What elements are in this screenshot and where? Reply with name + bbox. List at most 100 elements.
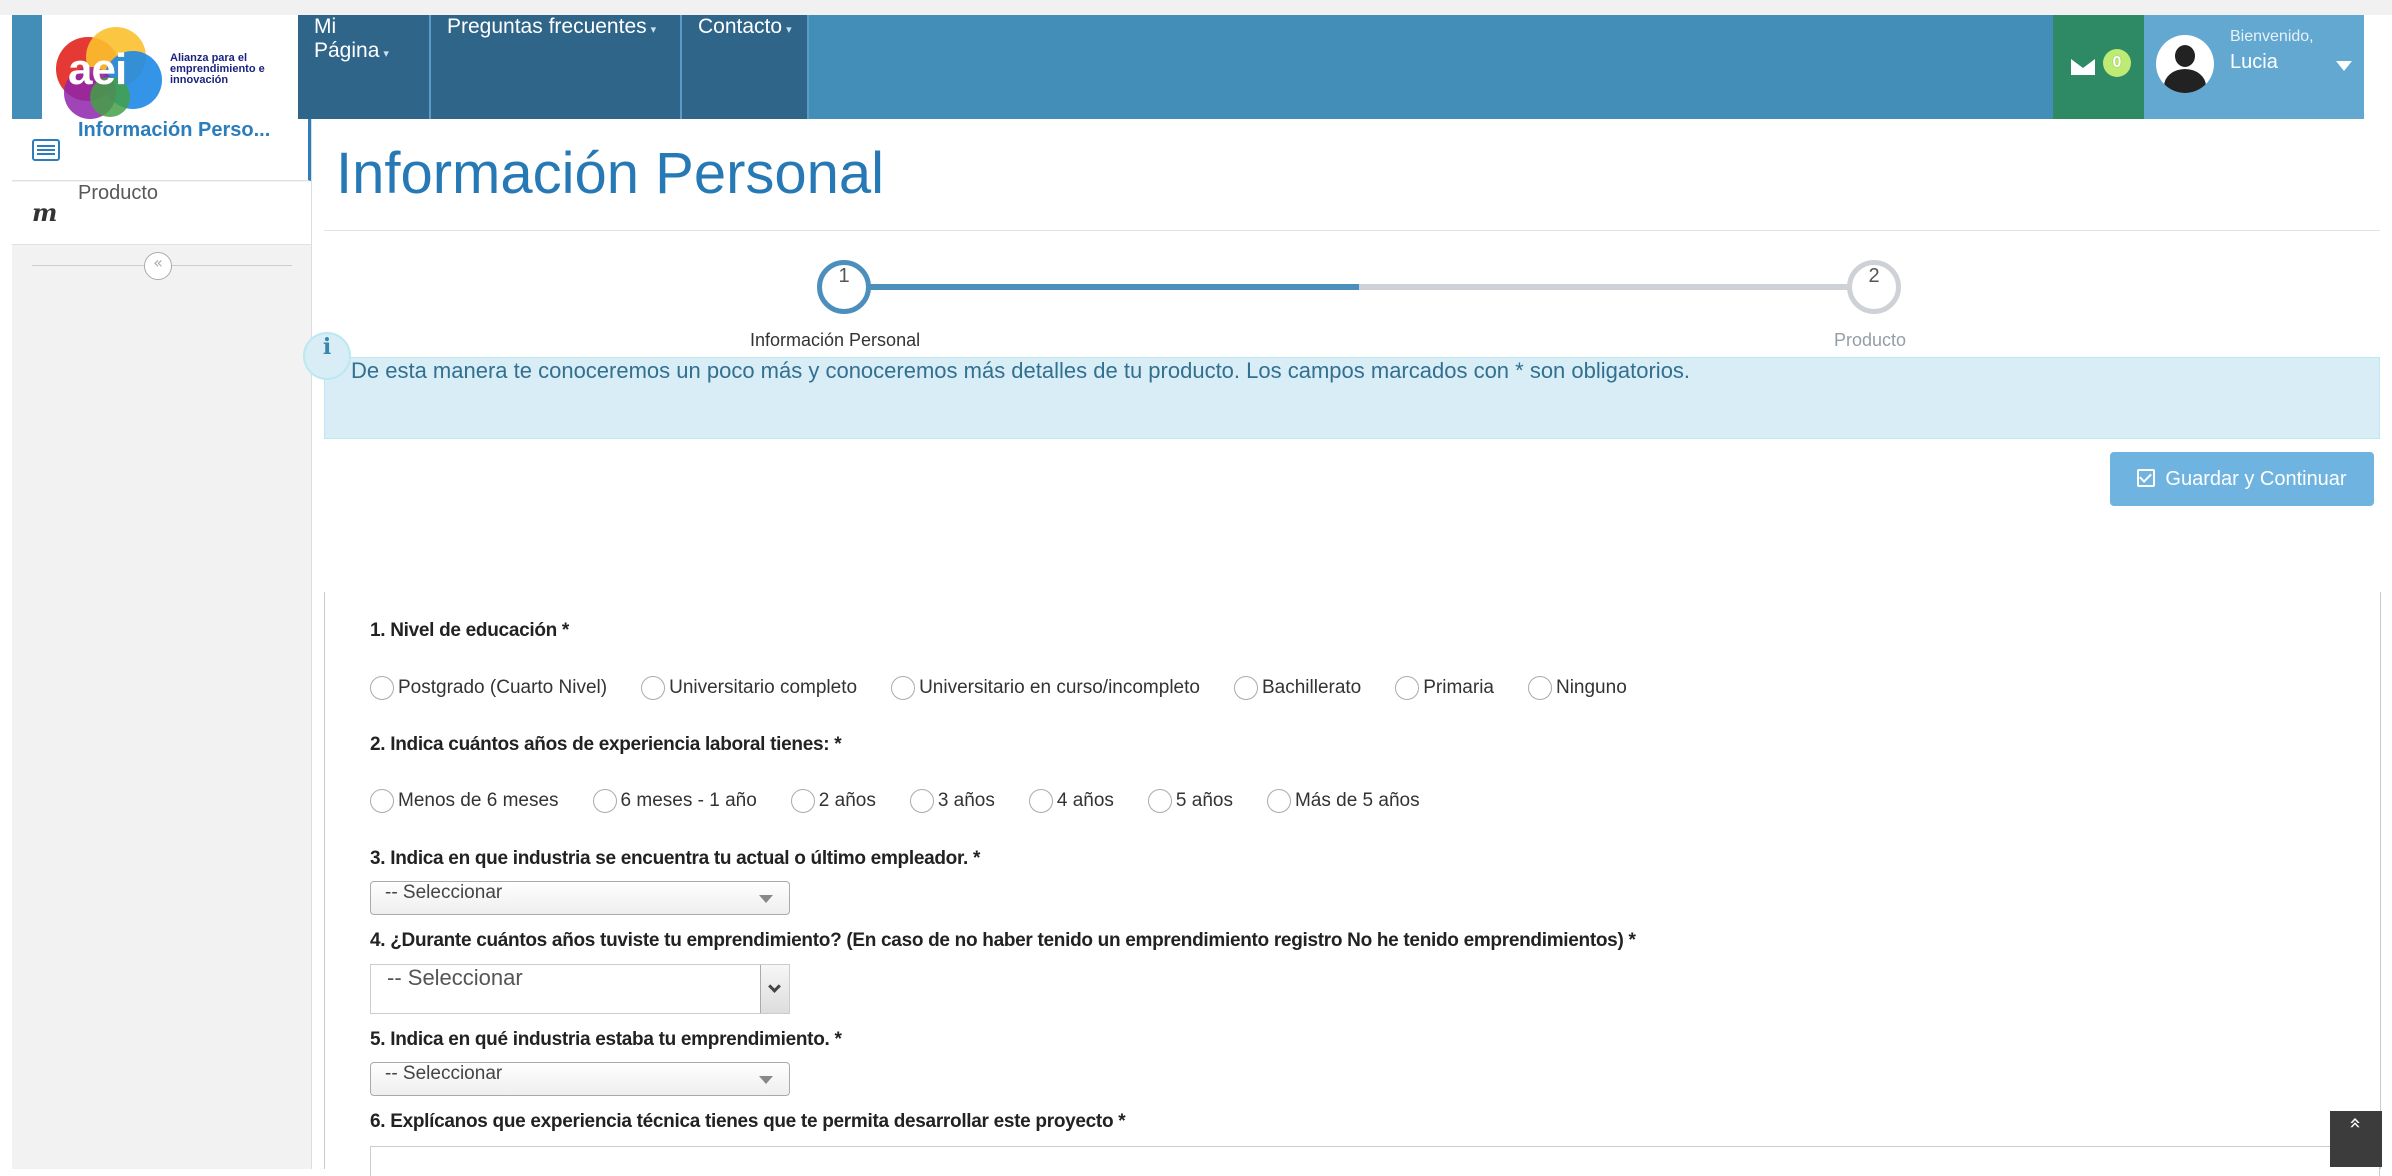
radio-button[interactable] <box>909 788 934 813</box>
radio-option-label: Más de 5 años <box>1294 790 1420 811</box>
user-menu[interactable]: Bienvenido, Lucia <box>2144 15 2374 119</box>
radio-option-label: 5 años <box>1175 790 1233 811</box>
info-icon: i <box>303 332 351 380</box>
page-title: Información Personal <box>336 141 885 206</box>
welcome-text: Bienvenido, <box>2230 28 2314 45</box>
radio-option-label: 4 años <box>1056 790 1114 811</box>
radio-option[interactable]: Menos de 6 meses <box>370 786 559 816</box>
radio-button[interactable] <box>891 675 916 700</box>
nav-mi-pagina[interactable]: Mi Página ▾ <box>298 15 431 119</box>
nav-contacto-label: Contacto <box>698 15 783 38</box>
radio-option[interactable]: 5 años <box>1147 786 1233 816</box>
radio-option[interactable]: Bachillerato <box>1233 673 1362 703</box>
chevron-down-icon <box>768 980 781 993</box>
info-alert: De esta manera te conoceremos un poco má… <box>324 357 2380 439</box>
wizard-step-2-label: Producto <box>1834 330 1907 350</box>
radio-button[interactable] <box>1527 675 1552 700</box>
radio-option[interactable]: Ninguno <box>1527 673 1627 703</box>
radio-button[interactable] <box>370 788 394 813</box>
question-2-options: Menos de 6 meses 6 meses - 1 año 2 años 3 a… <box>370 786 1454 816</box>
sidebar-item-label: Información Perso... <box>78 119 271 141</box>
technical-experience-textarea[interactable] <box>370 1146 2380 1176</box>
sidebar-item-informacion-personal[interactable]: Información Perso... <box>12 119 311 181</box>
radio-option[interactable]: Universitario en curso/incompleto <box>891 673 1200 703</box>
top-navbar: aei Alianza para el emprendimiento e inn… <box>12 15 2374 119</box>
caret-down-icon <box>2336 61 2352 71</box>
nav-mi-pagina-label: Mi Página <box>314 15 380 62</box>
radio-button[interactable] <box>592 788 617 813</box>
radio-button[interactable] <box>1028 788 1053 813</box>
select-toggle-button[interactable] <box>760 965 789 1013</box>
radio-option[interactable]: 2 años <box>790 786 876 816</box>
radio-button[interactable] <box>1147 788 1172 813</box>
radio-button[interactable] <box>790 788 815 813</box>
radio-button[interactable] <box>370 675 394 700</box>
messages-count-badge: 0 <box>2103 49 2131 77</box>
aei-logo[interactable]: aei Alianza para el emprendimiento e inn… <box>42 15 298 119</box>
entrepreneurship-industry-select[interactable]: -- Seleccionar <box>370 1062 790 1096</box>
wizard-step-1[interactable]: 1 <box>817 260 871 314</box>
nav-preguntas-frecuentes[interactable]: Preguntas frecuentes ▾ <box>431 15 682 119</box>
wizard-step-2[interactable]: 2 <box>1847 260 1901 314</box>
info-alert-text: De esta manera te conoceremos un poco má… <box>351 358 1691 383</box>
user-name: Lucia <box>2230 51 2278 73</box>
radio-option[interactable]: 4 años <box>1028 786 1114 816</box>
sidebar-collapse-button[interactable]: « <box>144 252 172 280</box>
nav-contacto[interactable]: Contacto ▾ <box>682 15 809 119</box>
radio-option-label: Menos de 6 meses <box>398 790 559 811</box>
entrepreneurship-years-select[interactable]: -- Seleccionar <box>370 964 790 1014</box>
logo-tagline: Alianza para el emprendimiento e innovac… <box>170 52 265 86</box>
sidebar-item-producto[interactable]: m Producto <box>12 182 311 245</box>
caret-down-icon: ▾ <box>650 24 657 36</box>
radio-option-label: 3 años <box>937 790 995 811</box>
wizard-progress-complete <box>844 284 1359 290</box>
radio-option-label: Primaria <box>1423 677 1494 698</box>
radio-option[interactable]: Postgrado (Cuarto Nivel) <box>370 673 607 703</box>
form-frame-right <box>2380 592 2381 1169</box>
list-icon <box>32 139 60 161</box>
form-frame-left <box>324 592 325 1169</box>
industry-employer-select[interactable]: -- Seleccionar <box>370 881 790 915</box>
radio-option-label: Ninguno <box>1555 677 1627 698</box>
page-right-edge <box>2364 15 2392 119</box>
radio-option[interactable]: 3 años <box>909 786 995 816</box>
radio-button[interactable] <box>641 675 666 700</box>
nav-preguntas-label: Preguntas frecuentes <box>447 15 647 38</box>
user-avatar <box>2156 35 2214 93</box>
select-value: -- Seleccionar <box>385 882 503 903</box>
question-6-label: 6. Explícanos que experiencia técnica ti… <box>370 1111 1126 1132</box>
scroll-to-top-button[interactable]: « <box>2330 1111 2382 1167</box>
radio-button[interactable] <box>1233 675 1258 700</box>
caret-down-icon: ▾ <box>383 48 389 60</box>
radio-option-label: Postgrado (Cuarto Nivel) <box>398 677 608 698</box>
radio-option-label: Universitario en curso/incompleto <box>919 677 1200 698</box>
select-value: -- Seleccionar <box>387 965 523 990</box>
radio-option[interactable]: Universitario completo <box>641 673 857 703</box>
question-1-options: Postgrado (Cuarto Nivel) Universitario co… <box>370 673 1661 703</box>
question-2-label: 2. Indica cuántos años de experiencia la… <box>370 734 842 755</box>
svg-text:m: m <box>32 202 57 224</box>
radio-button[interactable] <box>1395 675 1420 700</box>
browser-top-strip <box>0 0 2392 15</box>
question-5-label: 5. Indica en qué industria estaba tu emp… <box>370 1029 842 1050</box>
radio-option-label: Bachillerato <box>1261 677 1362 698</box>
select-value: -- Seleccionar <box>385 1063 503 1084</box>
radio-option[interactable]: 6 meses - 1 año <box>592 786 757 816</box>
save-continue-button[interactable]: Guardar y Continuar <box>2110 452 2374 506</box>
check-square-icon <box>2137 469 2156 487</box>
radio-option-label: 6 meses - 1 año <box>620 790 757 811</box>
messages-button[interactable]: 0 <box>2053 15 2144 119</box>
title-divider <box>324 230 2380 231</box>
radio-option-label: 2 años <box>818 790 876 811</box>
double-chevron-up-icon: « <box>2344 1116 2368 1130</box>
sidebar: Información Perso... m Producto « <box>12 119 312 1169</box>
logo-wordmark: aei <box>68 45 127 94</box>
radio-option[interactable]: Más de 5 años <box>1266 786 1420 816</box>
radio-option[interactable]: Primaria <box>1395 673 1494 703</box>
caret-down-icon: ▾ <box>786 24 792 36</box>
save-continue-label: Guardar y Continuar <box>2165 468 2347 490</box>
radio-option-label: Universitario completo <box>669 677 858 698</box>
caret-down-icon <box>759 1076 773 1084</box>
wizard-step-1-label: Información Personal <box>750 330 921 350</box>
radio-button[interactable] <box>1266 788 1291 813</box>
